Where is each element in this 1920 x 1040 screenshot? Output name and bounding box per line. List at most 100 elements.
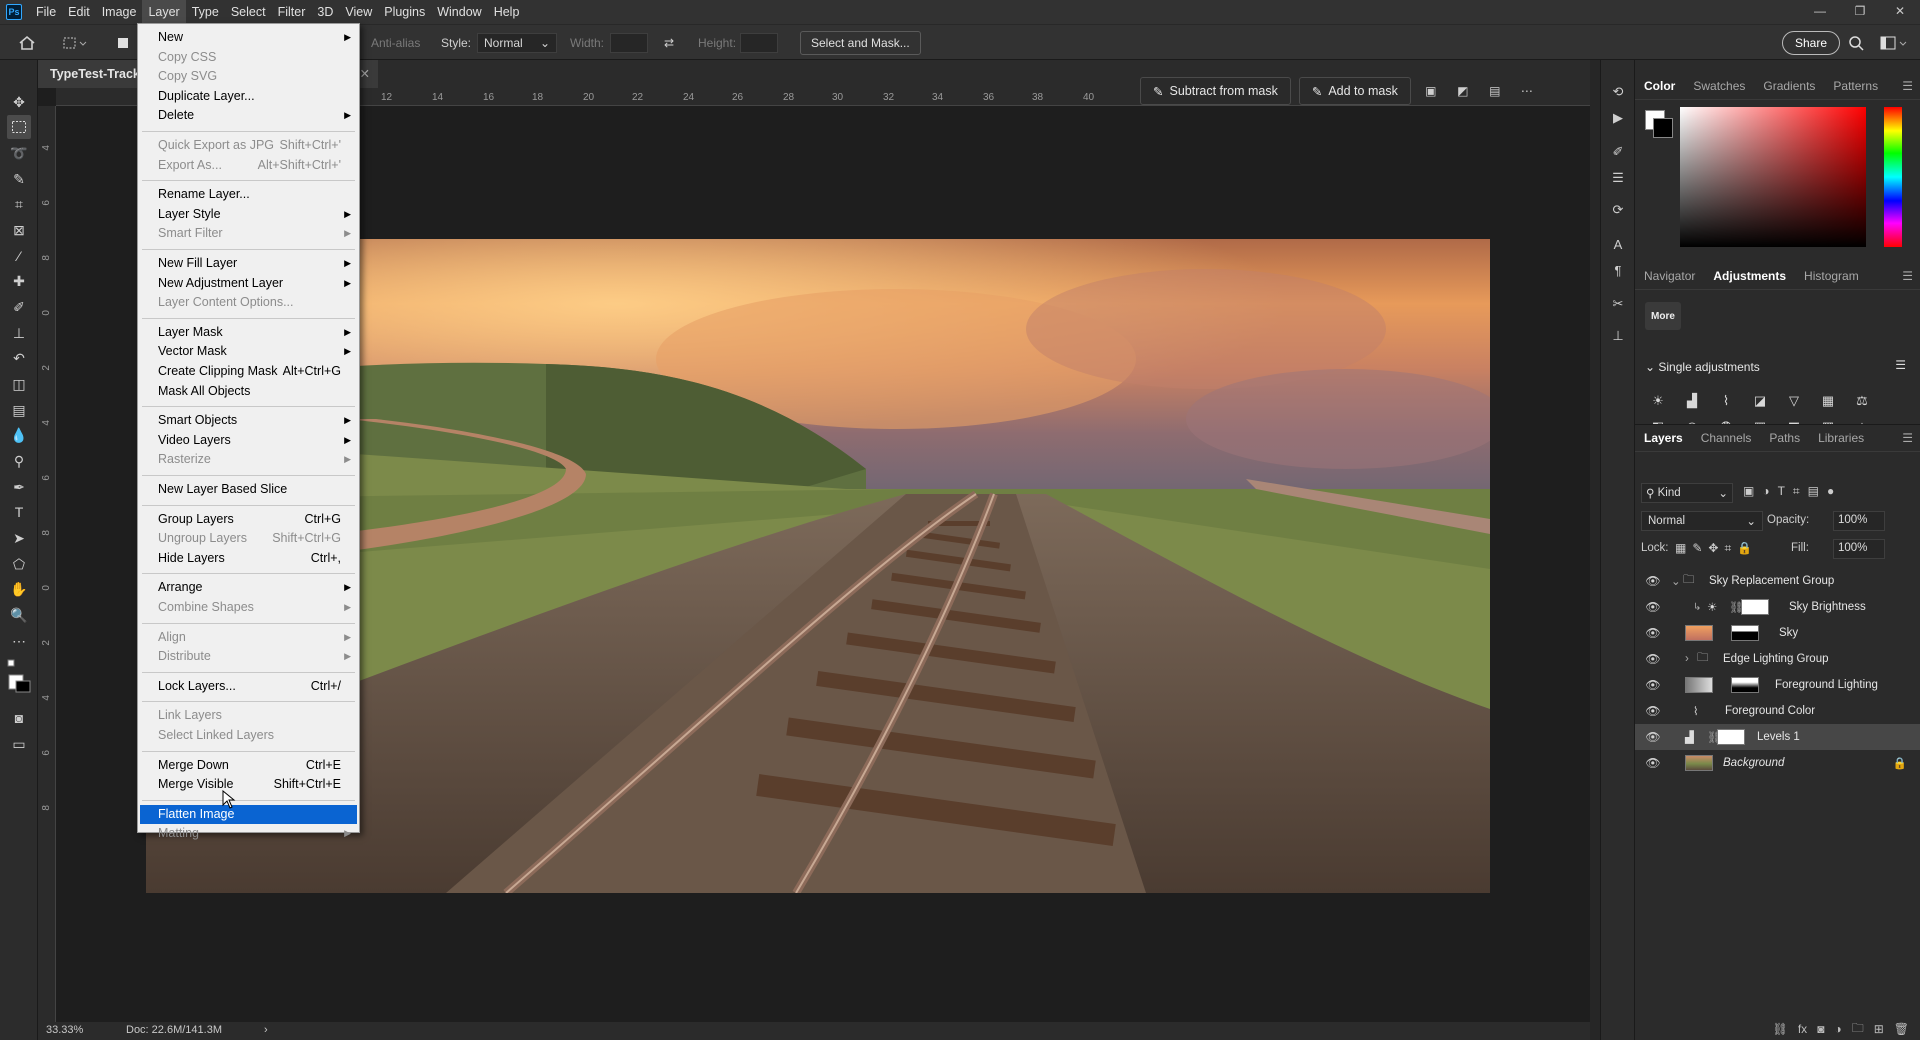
character-icon[interactable]: A [1608, 234, 1628, 254]
type-tool-icon[interactable]: T [7, 500, 31, 524]
tab-patterns[interactable]: Patterns [1824, 79, 1887, 93]
more-tools-icon[interactable]: ⋯ [7, 629, 31, 653]
frame-tool-icon[interactable]: ⊠ [7, 218, 31, 242]
visibility-eye-icon[interactable]: 👁 [1645, 756, 1661, 770]
eraser-tool-icon[interactable]: ◫ [7, 372, 31, 396]
layer-thumbnail[interactable] [1685, 755, 1713, 771]
pen-tool-icon[interactable]: ✒ [7, 475, 31, 499]
layer-mask-thumbnail[interactable] [1717, 729, 1745, 745]
new-group-icon[interactable]: 🗀 [1852, 1019, 1864, 1040]
select-and-mask-button[interactable]: Select and Mask... [800, 31, 921, 55]
menu-item-create-clipping-mask[interactable]: Create Clipping Mask Alt+Ctrl+G [140, 362, 357, 381]
rectangular-marquee-tool-icon[interactable] [7, 115, 31, 139]
search-icon[interactable] [1848, 25, 1864, 61]
visibility-eye-icon[interactable]: 👁 [1645, 574, 1661, 588]
layer-row[interactable]: 👁 ⌇ Foreground Color [1635, 698, 1920, 724]
3d-icon[interactable]: ⟳ [1608, 200, 1628, 220]
blend-mode-select[interactable]: Normal ⌄ [1641, 511, 1763, 531]
close-tab-icon[interactable]: ✕ [360, 60, 370, 88]
layer-mask-thumbnail[interactable] [1741, 599, 1769, 615]
history-icon[interactable]: ⟲ [1608, 82, 1628, 102]
visibility-eye-icon[interactable]: 👁 [1645, 600, 1661, 614]
gradient-tool-icon[interactable]: ▤ [7, 398, 31, 422]
menu-item-group-layers[interactable]: Group Layers Ctrl+G [140, 510, 357, 529]
brightness-icon[interactable]: ☀ [1647, 390, 1669, 412]
menu-item-delete[interactable]: Delete ▶ [140, 106, 357, 125]
path-selection-tool-icon[interactable]: ➤ [7, 526, 31, 550]
new-selection-icon[interactable] [116, 25, 130, 61]
lock-icons[interactable]: ▦✎✥⌗🔒 [1675, 541, 1758, 556]
menu-select[interactable]: Select [225, 0, 272, 24]
adjustment-layer-icon[interactable]: ◑ [1834, 1022, 1841, 1036]
blur-tool-icon[interactable]: 💧 [7, 423, 31, 447]
healing-brush-tool-icon[interactable]: ✚ [7, 269, 31, 293]
tab-adjustments[interactable]: Adjustments [1704, 269, 1795, 283]
tab-layers[interactable]: Layers [1635, 431, 1692, 445]
eyedropper-tool-icon[interactable]: ⁄ [7, 244, 31, 268]
menu-item-rename-layer[interactable]: Rename Layer... [140, 185, 357, 204]
visibility-eye-icon[interactable]: 👁 [1645, 704, 1661, 718]
menu-edit[interactable]: Edit [62, 0, 96, 24]
menu-item-new-layer-based-slice[interactable]: New Layer Based Slice [140, 480, 357, 499]
menu-item-vector-mask[interactable]: Vector Mask ▶ [140, 342, 357, 361]
quick-selection-tool-icon[interactable]: ✎ [7, 167, 31, 191]
background-color-swatch[interactable] [1653, 118, 1673, 138]
workspace-icon[interactable] [1880, 25, 1908, 61]
menu-view[interactable]: View [339, 0, 378, 24]
layer-row[interactable]: 👁 ⌄ 🗀 Sky Replacement Group [1635, 568, 1920, 594]
actions-icon[interactable]: ▶ [1608, 108, 1628, 128]
color-picker-field[interactable] [1680, 107, 1866, 247]
menu-item-flatten-image[interactable]: Flatten Image [140, 804, 357, 824]
link-layers-icon[interactable]: ⛓ [1773, 1022, 1788, 1036]
tab-navigator[interactable]: Navigator [1635, 269, 1704, 283]
layer-row[interactable]: 👁 Background 🔒 [1635, 750, 1920, 776]
chevron-down-icon[interactable]: ⌄ [1671, 574, 1681, 588]
menu-item-new-adjustment-layer[interactable]: New Adjustment Layer ▶ [140, 274, 357, 293]
stamp-icon[interactable]: ⊥ [1608, 326, 1628, 346]
menu-layer[interactable]: Layer [142, 0, 186, 24]
fill-input[interactable]: 100% [1833, 539, 1885, 559]
color-balance-icon[interactable]: ⚖ [1851, 390, 1873, 412]
width-input[interactable] [610, 33, 648, 53]
history-brush-tool-icon[interactable]: ↶ [7, 346, 31, 370]
minimize-button[interactable]: — [1800, 0, 1840, 24]
paragraph-icon[interactable]: ¶ [1608, 260, 1628, 280]
add-to-mask-button[interactable]: ✎ Add to mask [1298, 77, 1411, 105]
screen-mode-icon[interactable]: ▭ [7, 732, 31, 756]
zoom-tool-icon[interactable]: 🔍 [7, 603, 31, 627]
mask-view-icon[interactable]: ▤ [1483, 79, 1507, 103]
layer-mask-thumbnail[interactable] [1731, 625, 1759, 641]
panel-menu-icon[interactable]: ☰ [1902, 269, 1913, 283]
menu-file[interactable]: File [30, 0, 62, 24]
single-adjustments-header[interactable]: ⌄ Single adjustments [1645, 360, 1760, 374]
menu-item-duplicate-layer[interactable]: Duplicate Layer... [140, 87, 357, 106]
mask-options-icon[interactable]: ▣ [1419, 79, 1443, 103]
visibility-eye-icon[interactable]: 👁 [1645, 678, 1661, 692]
lasso-tool-icon[interactable]: ➰ [7, 141, 31, 165]
quick-mask-icon[interactable]: ◙ [7, 706, 31, 730]
fg-bg-color-icon[interactable] [7, 656, 31, 696]
menu-plugins[interactable]: Plugins [378, 0, 431, 24]
more-options-icon[interactable]: ⋯ [1515, 79, 1539, 103]
tab-libraries[interactable]: Libraries [1809, 431, 1873, 445]
close-button[interactable]: ✕ [1880, 0, 1920, 24]
menu-item-lock-layers[interactable]: Lock Layers... Ctrl+/ [140, 677, 357, 696]
menu-help[interactable]: Help [488, 0, 526, 24]
menu-item-smart-objects[interactable]: Smart Objects ▶ [140, 411, 357, 430]
hue-saturation-icon[interactable]: ▦ [1817, 390, 1839, 412]
menu-item-merge-visible[interactable]: Merge Visible Shift+Ctrl+E [140, 775, 357, 794]
menu-item-new-fill-layer[interactable]: New Fill Layer ▶ [140, 254, 357, 273]
shape-tool-icon[interactable]: ⬠ [7, 552, 31, 576]
layer-filter-select[interactable]: ⚲ Kind ⌄ [1641, 483, 1733, 503]
menu-3d[interactable]: 3D [311, 0, 339, 24]
tab-histogram[interactable]: Histogram [1795, 269, 1868, 283]
layer-row[interactable]: 👁 › 🗀 Edge Lighting Group [1635, 646, 1920, 672]
invert-mask-icon[interactable]: ◩ [1451, 79, 1475, 103]
list-view-icon[interactable]: ☰ [1895, 358, 1906, 372]
share-button[interactable]: Share [1782, 31, 1841, 55]
menu-item-new[interactable]: New ▶ [140, 28, 357, 47]
exposure-icon[interactable]: ◪ [1749, 390, 1771, 412]
tab-color[interactable]: Color [1635, 79, 1684, 93]
subtract-from-mask-button[interactable]: ✎ Subtract from mask [1140, 77, 1291, 105]
more-adjustments-button[interactable]: More [1645, 302, 1681, 330]
